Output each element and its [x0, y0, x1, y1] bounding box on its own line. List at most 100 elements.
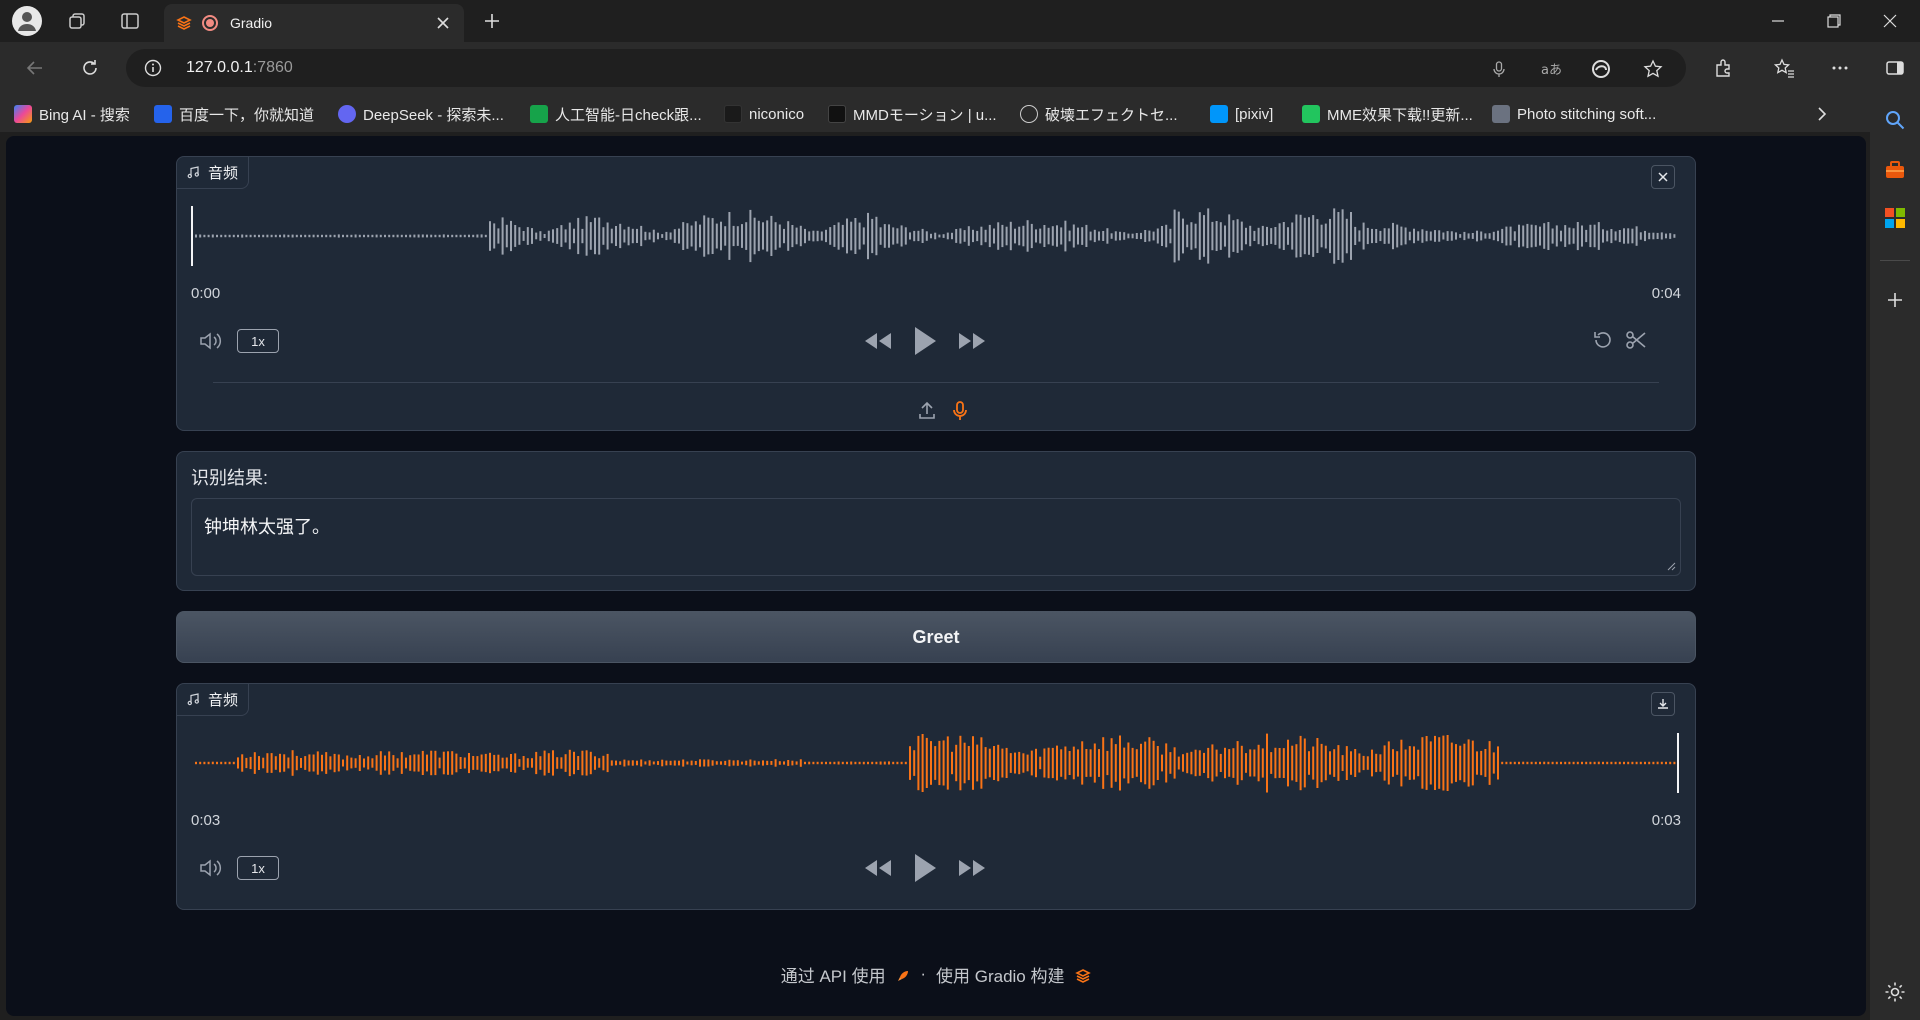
bookmark-item[interactable]: DeepSeek - 探索未...	[338, 103, 504, 125]
bookmark-item[interactable]: niconico	[724, 103, 804, 125]
waveform-bar	[1198, 750, 1201, 776]
use-via-api-link[interactable]: 通过 API 使用	[781, 962, 911, 987]
waveform-bar	[791, 225, 794, 248]
new-tab-button[interactable]	[478, 8, 506, 34]
extensions-button[interactable]	[1710, 54, 1738, 82]
waveform-bar	[476, 756, 479, 770]
close-tab-icon[interactable]	[434, 14, 452, 32]
waveform-bar	[1450, 231, 1453, 241]
bookmark-item[interactable]: 人工智能-日check跟...	[530, 103, 702, 125]
waveform-bar	[1513, 761, 1516, 765]
bookmark-item[interactable]: 百度一下，你就知道	[154, 103, 314, 125]
waveform-bar	[493, 223, 496, 249]
bookmark-favicon-icon	[154, 105, 172, 123]
favorite-star-button[interactable]	[1642, 58, 1664, 80]
waveform-bar	[543, 750, 546, 776]
sidebar-search-button[interactable]	[1883, 108, 1907, 132]
waveform-bar	[1408, 746, 1411, 780]
bookmark-item[interactable]: Bing AI - 搜索	[14, 103, 130, 125]
voice-search-button[interactable]	[1488, 58, 1510, 80]
sidebar-tools-button[interactable]	[1883, 158, 1907, 182]
waveform-bar	[375, 234, 378, 238]
upload-source-button[interactable]	[915, 399, 939, 423]
waveform-bar	[955, 229, 958, 243]
waveform-bar	[829, 761, 832, 765]
chevron-right-icon[interactable]	[1812, 104, 1832, 124]
result-textarea[interactable]: 钟坤林太强了。	[191, 498, 1681, 576]
bookmark-item[interactable]: Photo stitching soft...	[1492, 103, 1656, 125]
playback-rate-button[interactable]: 1x	[237, 329, 279, 353]
waveform-bar	[808, 231, 811, 241]
waveform-bar	[1072, 746, 1075, 780]
playhead-cursor[interactable]	[191, 206, 193, 266]
microphone-source-button[interactable]	[948, 399, 972, 423]
settings-more-button[interactable]	[1826, 54, 1854, 82]
back-button[interactable]	[21, 54, 49, 82]
download-button[interactable]	[1651, 692, 1675, 716]
built-with-gradio-link[interactable]: 使用 Gradio 构建	[936, 962, 1092, 987]
edge-copilot-button[interactable]	[1590, 58, 1612, 80]
tab-gradio[interactable]: Gradio	[164, 4, 464, 42]
greet-button[interactable]: Greet	[176, 611, 1696, 663]
sidebar-office-button[interactable]	[1883, 206, 1907, 230]
rewind-button[interactable]	[863, 327, 893, 355]
sidebar-settings-button[interactable]	[1883, 980, 1907, 1004]
waveform-bar	[1572, 228, 1575, 244]
bookmark-item[interactable]: 破壊エフェクトセ...	[1020, 103, 1178, 125]
waveform-bar	[287, 234, 290, 238]
waveform-bar	[715, 761, 718, 765]
waveform-bar	[358, 234, 361, 238]
site-info-icon[interactable]	[144, 59, 162, 77]
waveform-bar	[1434, 735, 1436, 790]
waveform-bar	[1623, 228, 1625, 244]
waveform-bar	[1228, 214, 1231, 258]
waveform-bar	[1547, 761, 1550, 765]
vertical-tabs-button[interactable]	[116, 8, 144, 34]
waveform-bar	[1093, 743, 1096, 783]
bookmark-item[interactable]: MMDモーション | u...	[828, 103, 997, 125]
playhead-cursor[interactable]	[1677, 733, 1679, 793]
waveform-bar	[539, 231, 542, 241]
address-bar[interactable]: 127.0.0.1:7860 aあ	[126, 49, 1686, 87]
translate-button[interactable]: aあ	[1540, 58, 1562, 80]
sidebar-add-button[interactable]	[1883, 288, 1907, 312]
playback-rate-button[interactable]: 1x	[237, 856, 279, 880]
minimize-button[interactable]	[1750, 0, 1806, 42]
output-waveform[interactable]	[191, 729, 1679, 797]
resize-handle-icon[interactable]	[1666, 561, 1676, 571]
waveform-bar	[329, 756, 332, 770]
close-window-button[interactable]	[1862, 0, 1918, 42]
play-button[interactable]	[910, 850, 940, 886]
bookmark-favicon-icon	[14, 105, 32, 123]
profile-avatar[interactable]	[12, 6, 42, 36]
play-button[interactable]	[910, 323, 940, 359]
clear-audio-button[interactable]	[1651, 165, 1675, 189]
volume-button[interactable]	[197, 327, 225, 355]
waveform-bar	[232, 761, 235, 765]
trim-button[interactable]	[1623, 327, 1649, 353]
workspaces-button[interactable]	[63, 8, 91, 34]
waveform-bar	[476, 234, 479, 238]
microphone-icon	[953, 401, 967, 420]
waveform-bar	[1530, 224, 1533, 248]
fast-forward-button[interactable]	[957, 327, 987, 355]
rewind-button[interactable]	[863, 854, 893, 882]
waveform-bar	[497, 228, 500, 244]
reload-button[interactable]	[76, 54, 104, 82]
sidebar-toggle-button[interactable]	[1870, 42, 1920, 94]
volume-button[interactable]	[197, 854, 225, 882]
fast-forward-button[interactable]	[957, 854, 987, 882]
waveform-bar	[472, 234, 475, 238]
input-waveform[interactable]	[191, 202, 1679, 270]
waveform-bar	[930, 741, 932, 785]
waveform-bar	[216, 234, 218, 238]
waveform-bar	[1383, 745, 1386, 781]
bookmark-item[interactable]: MME效果下载!!更新...	[1302, 103, 1473, 125]
waveform-bar	[526, 227, 529, 245]
waveform-bar	[417, 754, 420, 772]
favorites-button[interactable]	[1770, 54, 1798, 82]
reset-button[interactable]	[1590, 327, 1616, 353]
waveform-bar	[820, 231, 823, 241]
bookmark-item[interactable]: [pixiv]	[1210, 103, 1273, 125]
restore-button[interactable]	[1806, 0, 1862, 42]
